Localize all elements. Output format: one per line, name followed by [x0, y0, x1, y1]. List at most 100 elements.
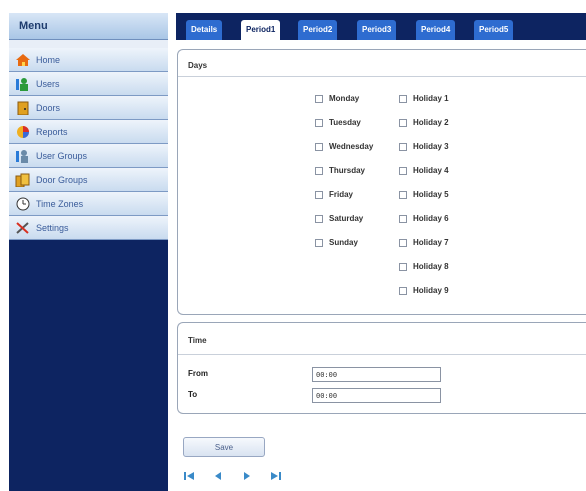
- home-icon: [15, 53, 31, 67]
- last-page-button[interactable]: [270, 471, 282, 481]
- checkbox-holiday-3[interactable]: Holiday 3: [399, 142, 449, 151]
- checkbox-label: Holiday 4: [413, 166, 449, 175]
- checkbox-box[interactable]: [315, 94, 323, 103]
- checkbox-box[interactable]: [315, 166, 323, 175]
- users-icon: [15, 77, 31, 91]
- checkbox-holiday-2[interactable]: Holiday 2: [399, 118, 449, 127]
- first-page-button[interactable]: [183, 471, 195, 481]
- checkbox-label: Monday: [329, 94, 360, 103]
- checkbox-box[interactable]: [399, 190, 407, 199]
- days-divider: [178, 76, 586, 77]
- settings-icon: [15, 221, 31, 235]
- sidebar-item-label: Users: [36, 78, 60, 89]
- tab-period5[interactable]: Period5: [474, 20, 514, 40]
- checkbox-label: Friday: [329, 190, 354, 199]
- checkbox-label: Holiday 9: [413, 286, 449, 295]
- days-title: Days: [188, 61, 208, 70]
- tab-period2[interactable]: Period2: [298, 20, 338, 40]
- checkbox-label: Sunday: [329, 238, 358, 247]
- sidebar-item-label: Time Zones: [36, 198, 84, 209]
- checkbox-label: Wednesday: [329, 142, 374, 151]
- sidebar-item-doors[interactable]: Doors: [9, 96, 168, 120]
- next-page-button[interactable]: [242, 471, 252, 481]
- sidebar-item-reports[interactable]: Reports: [9, 120, 168, 144]
- checkbox-label: Tuesday: [329, 118, 361, 127]
- checkbox-box[interactable]: [315, 142, 323, 151]
- checkbox-box[interactable]: [399, 142, 407, 151]
- sidebar-item-label: Door Groups: [36, 174, 88, 185]
- checkbox-label: Holiday 2: [413, 118, 449, 127]
- sidebar-item-door-groups[interactable]: Door Groups: [9, 168, 168, 192]
- checkbox-box[interactable]: [399, 262, 407, 271]
- sidebar-item-settings[interactable]: Settings: [9, 216, 168, 240]
- checkbox-tuesday[interactable]: Tuesday: [315, 118, 361, 127]
- last-page-icon: [271, 472, 281, 480]
- checkbox-saturday[interactable]: Saturday: [315, 214, 363, 223]
- tab-period1[interactable]: Period1: [241, 20, 281, 40]
- checkbox-box[interactable]: [315, 190, 323, 199]
- checkbox-sunday[interactable]: Sunday: [315, 238, 358, 247]
- checkbox-box[interactable]: [315, 238, 323, 247]
- checkbox-holiday-5[interactable]: Holiday 5: [399, 190, 449, 199]
- sidebar-item-home[interactable]: Home: [9, 48, 168, 72]
- checkbox-label: Holiday 3: [413, 142, 449, 151]
- sidebar-item-label: Settings: [36, 222, 69, 233]
- checkbox-label: Saturday: [329, 214, 364, 223]
- days-panel: Days: [177, 49, 586, 315]
- sidebar-item-label: Reports: [36, 126, 68, 137]
- reports-icon: [15, 125, 31, 139]
- tab-period3[interactable]: Period3: [357, 20, 397, 40]
- checkbox-box[interactable]: [399, 118, 407, 127]
- checkbox-box[interactable]: [399, 286, 407, 295]
- checkbox-holiday-6[interactable]: Holiday 6: [399, 214, 449, 223]
- checkbox-holiday-1[interactable]: Holiday 1: [399, 94, 449, 103]
- checkbox-label: Thursday: [329, 166, 366, 175]
- to-label: To: [188, 390, 198, 399]
- sidebar-item-label: User Groups: [36, 150, 88, 161]
- sidebar-item-label: Doors: [36, 102, 61, 113]
- checkbox-box[interactable]: [399, 94, 407, 103]
- checkbox-holiday-4[interactable]: Holiday 4: [399, 166, 449, 175]
- checkbox-label: Holiday 1: [413, 94, 449, 103]
- checkbox-holiday-9[interactable]: Holiday 9: [399, 286, 449, 295]
- tab-period4[interactable]: Period4: [416, 20, 456, 40]
- menu-title: Menu: [9, 13, 168, 40]
- sidebar-item-user-groups[interactable]: User Groups: [9, 144, 168, 168]
- time-divider: [178, 354, 586, 355]
- checkbox-label: Holiday 8: [413, 262, 449, 271]
- door-icon: [15, 101, 31, 115]
- checkbox-thursday[interactable]: Thursday: [315, 166, 365, 175]
- to-time-input[interactable]: [312, 388, 441, 403]
- from-time-input[interactable]: [312, 367, 441, 382]
- from-label: From: [188, 369, 208, 378]
- sidebar-item-label: Home: [36, 54, 61, 65]
- checkbox-box[interactable]: [399, 238, 407, 247]
- first-page-icon: [184, 472, 194, 480]
- user-groups-icon: [15, 149, 31, 163]
- tab-details[interactable]: Details: [186, 20, 223, 40]
- time-panel: Time From To: [177, 322, 586, 414]
- checkbox-friday[interactable]: Friday: [315, 190, 353, 199]
- checkbox-box[interactable]: [315, 118, 323, 127]
- previous-page-icon: [215, 472, 221, 480]
- menu-spacer: [9, 40, 168, 48]
- checkbox-box[interactable]: [315, 214, 323, 223]
- checkbox-holiday-7[interactable]: Holiday 7: [399, 238, 449, 247]
- checkbox-holiday-8[interactable]: Holiday 8: [399, 262, 449, 271]
- door-groups-icon: [15, 173, 31, 187]
- sidebar-menu: Menu Home Users Doors Reports User Group…: [9, 13, 168, 491]
- save-button[interactable]: Save: [183, 437, 265, 457]
- checkbox-monday[interactable]: Monday: [315, 94, 359, 103]
- checkbox-label: Holiday 5: [413, 190, 449, 199]
- sidebar-item-time-zones[interactable]: Time Zones: [9, 192, 168, 216]
- checkbox-label: Holiday 7: [413, 238, 449, 247]
- previous-page-button[interactable]: [213, 471, 223, 481]
- time-title: Time: [188, 336, 207, 345]
- next-page-icon: [244, 472, 250, 480]
- checkbox-box[interactable]: [399, 214, 407, 223]
- checkbox-box[interactable]: [399, 166, 407, 175]
- clock-icon: [15, 197, 31, 211]
- checkbox-label: Holiday 6: [413, 214, 449, 223]
- checkbox-wednesday[interactable]: Wednesday: [315, 142, 373, 151]
- sidebar-item-users[interactable]: Users: [9, 72, 168, 96]
